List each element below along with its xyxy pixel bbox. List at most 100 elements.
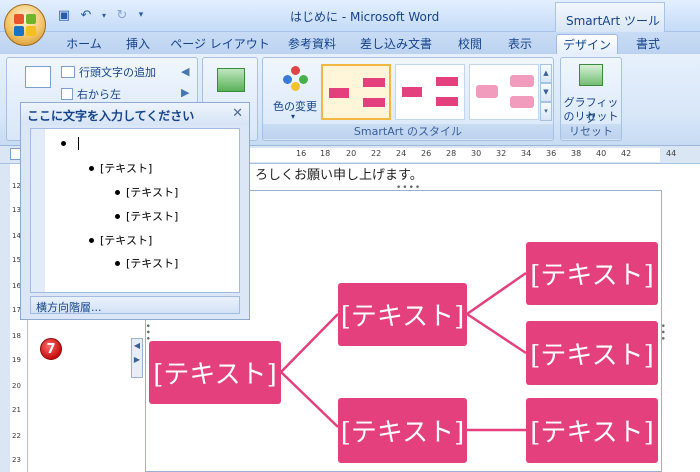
reset-group: グラフィック のリセット リセット	[560, 57, 622, 141]
list-item[interactable]: [テキスト]	[89, 232, 152, 248]
quick-access-toolbar: ▣ ↶ ▾ ↻ ▾	[56, 7, 146, 23]
list-item[interactable]: [テキスト]	[89, 160, 152, 176]
ruler-tick: 38	[571, 149, 582, 158]
bullet-icon	[115, 260, 120, 266]
style-gallery-scroll[interactable]: ▲ ▼ ▾	[540, 64, 552, 121]
text-cursor	[78, 137, 79, 150]
tab-format[interactable]: 書式	[628, 34, 668, 54]
vruler-tick: 22	[12, 432, 21, 440]
vruler-tick: 18	[12, 332, 21, 340]
vruler-tick: 23	[12, 456, 21, 464]
list-item[interactable]	[61, 137, 79, 150]
right-to-left-button[interactable]: 右から左	[61, 86, 121, 102]
bullet-icon	[89, 237, 94, 243]
layout-description-link[interactable]: 横方向階層...	[30, 296, 240, 314]
chevron-down-icon: ▾	[291, 112, 296, 121]
tab-mailings[interactable]: 差し込み文書	[356, 34, 436, 54]
redo-icon[interactable]: ↻	[114, 7, 130, 23]
document-body-text[interactable]: ろしくお願い申し上げます。	[255, 164, 423, 183]
resize-handle-right[interactable]: •••	[657, 323, 667, 342]
ruler-tick: 36	[546, 149, 557, 158]
add-bullet-button[interactable]: 行頭文字の追加	[61, 64, 156, 80]
ruler-tick: 24	[396, 149, 407, 158]
right-to-left-icon	[61, 88, 73, 100]
bullet-icon	[61, 141, 66, 146]
tab-page-layout[interactable]: ページ レイアウト	[170, 34, 270, 54]
smartart-styles-group-label: SmartArt のスタイル	[263, 124, 553, 139]
bullet-icon	[89, 165, 94, 171]
ruler-tick: 22	[371, 149, 382, 158]
close-icon[interactable]: ✕	[232, 106, 243, 121]
smartart-styles-group: 色の変更 ▾ ▲ ▼ ▾ SmartArt のスタイル	[262, 57, 554, 141]
resize-handle-top[interactable]: ••••	[396, 183, 421, 193]
color-palette-icon	[283, 66, 309, 92]
list-item[interactable]: [テキスト]	[115, 255, 178, 271]
bullet-icon	[115, 213, 120, 219]
ruler-tick: 18	[320, 149, 331, 158]
smartart-node-level3[interactable]: [テキスト]	[526, 398, 658, 463]
scroll-up-icon[interactable]: ▲	[540, 64, 552, 83]
chevron-right-icon: ▶	[133, 355, 141, 364]
reset-group-label: リセット	[561, 124, 621, 139]
text-pane-title: ここに文字を入力してください	[21, 103, 249, 125]
undo-icon[interactable]: ↶	[78, 7, 94, 23]
text-pane-toggle-button[interactable]: ◀ ▶	[131, 338, 143, 378]
smartart-node-level2[interactable]: [テキスト]	[338, 398, 467, 463]
save-icon[interactable]: ▣	[56, 7, 72, 23]
text-pane-list[interactable]: [テキスト] [テキスト] [テキスト] [テキスト] [テキスト]	[30, 128, 240, 293]
reset-graphic-icon	[579, 64, 603, 86]
list-item[interactable]: [テキスト]	[115, 208, 178, 224]
resize-handle-left[interactable]: •••	[142, 323, 152, 342]
text-pane-gutter	[31, 129, 45, 292]
ruler-tick: 30	[471, 149, 482, 158]
ruler-tick: 16	[296, 149, 307, 158]
smartart-style-1[interactable]	[321, 64, 391, 120]
ruler-tick: 20	[346, 149, 357, 158]
ruler-tick: 28	[446, 149, 457, 158]
chevron-left-icon: ◀	[133, 341, 141, 350]
vruler-tick: 20	[12, 382, 21, 390]
gallery-more-icon[interactable]: ▾	[540, 102, 552, 121]
office-button[interactable]	[4, 4, 46, 46]
promote-icon[interactable]: ◀	[181, 65, 189, 78]
new-shape-icon[interactable]	[25, 66, 51, 88]
smartart-node-level2[interactable]: [テキスト]	[338, 283, 467, 346]
customize-qat-icon[interactable]: ▾	[136, 7, 146, 23]
smartart-text-pane: ここに文字を入力してください ✕ [テキスト] [テキスト] [テキスト] [テ…	[20, 102, 250, 320]
tab-home[interactable]: ホーム	[58, 34, 110, 54]
step-number-badge: 7	[40, 338, 62, 360]
ribbon-tabs: ホーム 挿入 ページ レイアウト 参考資料 差し込み文書 校閲 表示 デザイン …	[0, 32, 700, 54]
ruler-tick: 32	[496, 149, 507, 158]
smartart-node-level3[interactable]: [テキスト]	[526, 321, 658, 385]
window-title: はじめに - Microsoft Word	[290, 10, 440, 24]
smartart-tools-context-title: SmartArt ツール	[555, 2, 665, 32]
ruler-tick: 26	[421, 149, 432, 158]
scroll-down-icon[interactable]: ▼	[540, 83, 552, 102]
layout-hierarchy-icon[interactable]	[217, 68, 245, 92]
tab-insert[interactable]: 挿入	[118, 34, 158, 54]
tab-view[interactable]: 表示	[500, 34, 540, 54]
left-margin	[0, 164, 10, 472]
vruler-tick: 19	[12, 356, 21, 364]
ruler-tick: 44	[666, 149, 677, 158]
tab-design[interactable]: デザイン	[556, 34, 618, 54]
smartart-node-level3[interactable]: [テキスト]	[526, 242, 658, 305]
ruler-tick: 34	[521, 149, 532, 158]
office-logo-icon	[14, 14, 36, 36]
ruler-tick: 42	[621, 149, 632, 158]
smartart-node-root[interactable]: [テキスト]	[149, 341, 281, 404]
smartart-style-2[interactable]	[395, 64, 465, 120]
tab-review[interactable]: 校閲	[450, 34, 490, 54]
title-bar: ▣ ↶ ▾ ↻ ▾ はじめに - Microsoft Word SmartArt…	[0, 0, 700, 32]
vruler-tick: 21	[12, 406, 21, 414]
reset-graphic-button[interactable]: グラフィック のリセット	[561, 62, 621, 125]
tab-references[interactable]: 参考資料	[280, 34, 344, 54]
list-item[interactable]: [テキスト]	[115, 184, 178, 200]
bullet-list-icon	[61, 66, 75, 78]
dropdown-icon[interactable]: ▾	[100, 7, 108, 23]
color-change-button[interactable]: 色の変更 ▾	[269, 64, 321, 124]
demote-icon[interactable]: ▶	[181, 86, 189, 99]
ruler-tick: 40	[596, 149, 607, 158]
smartart-style-3[interactable]	[469, 64, 539, 120]
bullet-icon	[115, 189, 120, 195]
